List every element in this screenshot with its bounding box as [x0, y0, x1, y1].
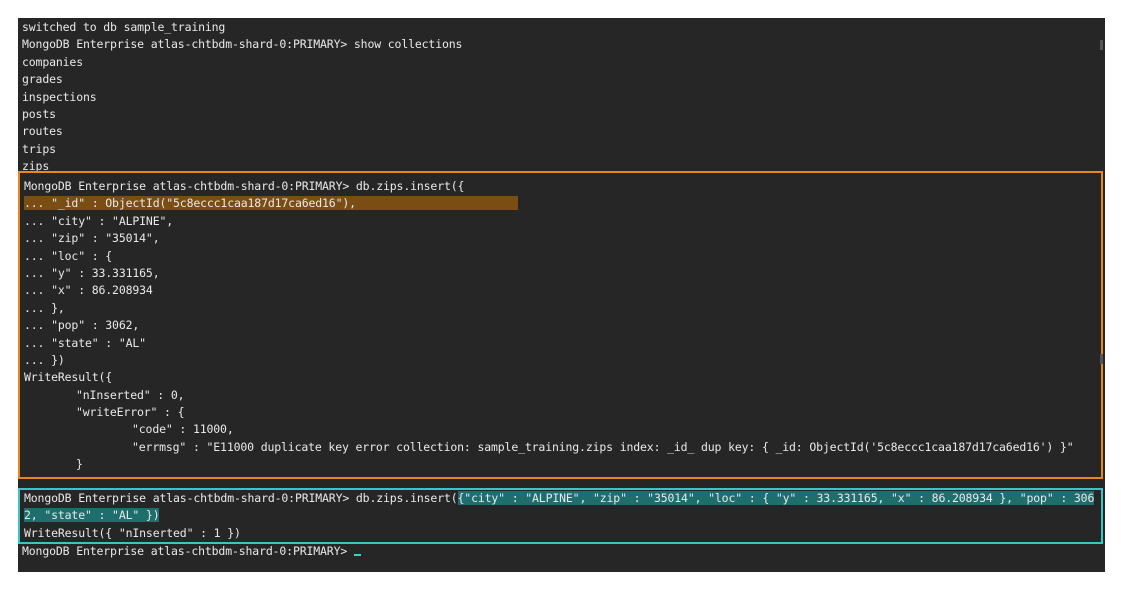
current-prompt[interactable]: MongoDB Enterprise atlas-chtbdm-shard-0:… — [18, 543, 361, 560]
terminal-line: "nInserted" : 0, — [76, 387, 185, 402]
terminal-line: }) — [20, 474, 1074, 477]
terminal-line: "code" : 11000, — [132, 422, 234, 437]
scroll-marker — [1100, 40, 1103, 50]
terminal-window[interactable]: switched to db sample_training MongoDB E… — [18, 18, 1105, 572]
terminal-line: companies — [22, 54, 83, 69]
terminal-line: WriteResult({ — [24, 370, 113, 385]
terminal-line: WriteResult({ "nInserted" : 1 }) — [24, 525, 241, 540]
terminal-line: trips — [22, 141, 56, 156]
terminal-line: MongoDB Enterprise atlas-chtbdm-shard-0:… — [18, 543, 361, 560]
terminal-line: ... "y" : 33.331165, — [24, 265, 160, 280]
terminal-line: MongoDB Enterprise atlas-chtbdm-shard-0:… — [22, 37, 463, 52]
terminal-line: MongoDB Enterprise atlas-chtbdm-shard-0:… — [24, 179, 465, 193]
insert-prompt: MongoDB Enterprise atlas-chtbdm-shard-0:… — [24, 491, 458, 505]
terminal-line: routes — [22, 124, 63, 139]
terminal-line: ... }, — [24, 300, 65, 315]
highlighted-args-line2: 2, "state" : "AL" }) — [24, 508, 160, 523]
terminal-line: ... }) — [24, 352, 65, 367]
terminal-line: switched to db sample_training — [22, 20, 226, 34]
error-message-line: "errmsg" : "E11000 duplicate key error c… — [132, 439, 1074, 454]
terminal-line: grades — [22, 72, 63, 87]
terminal-line: ... "city" : "ALPINE", — [24, 213, 174, 228]
terminal-line: ... "x" : 86.208934 — [24, 283, 153, 298]
duplicate-insert-block: MongoDB Enterprise atlas-chtbdm-shard-0:… — [18, 171, 1103, 479]
terminal-line: "writeError" : { — [76, 405, 185, 420]
terminal-line: ... "pop" : 3062, — [24, 318, 140, 333]
cursor — [353, 543, 361, 556]
scroll-marker — [1100, 354, 1103, 364]
terminal-line: ... "loc" : { — [24, 248, 113, 263]
terminal-line: } — [76, 457, 83, 472]
terminal-line: inspections — [22, 89, 97, 104]
prompt-text: MongoDB Enterprise atlas-chtbdm-shard-0:… — [22, 544, 354, 558]
terminal-line: 2, "state" : "AL" }) — [20, 507, 1094, 524]
terminal-line: ... "state" : "AL" — [24, 335, 146, 350]
highlighted-id-line: ... "_id" : ObjectId("5c8eccc1caa187d17c… — [24, 196, 356, 211]
terminal-line: ... "zip" : "35014", — [24, 231, 160, 246]
collections-output: switched to db sample_training MongoDB E… — [18, 19, 1105, 174]
successful-insert-block: MongoDB Enterprise atlas-chtbdm-shard-0:… — [18, 488, 1103, 544]
highlight-padding — [355, 196, 519, 211]
terminal-line: MongoDB Enterprise atlas-chtbdm-shard-0:… — [20, 490, 1094, 507]
highlighted-args-line1: {"city" : "ALPINE", "zip" : "35014", "lo… — [457, 491, 1095, 505]
terminal-line: posts — [22, 106, 56, 121]
terminal-line: ... "_id" : ObjectId("5c8eccc1caa187d17c… — [20, 195, 1074, 212]
